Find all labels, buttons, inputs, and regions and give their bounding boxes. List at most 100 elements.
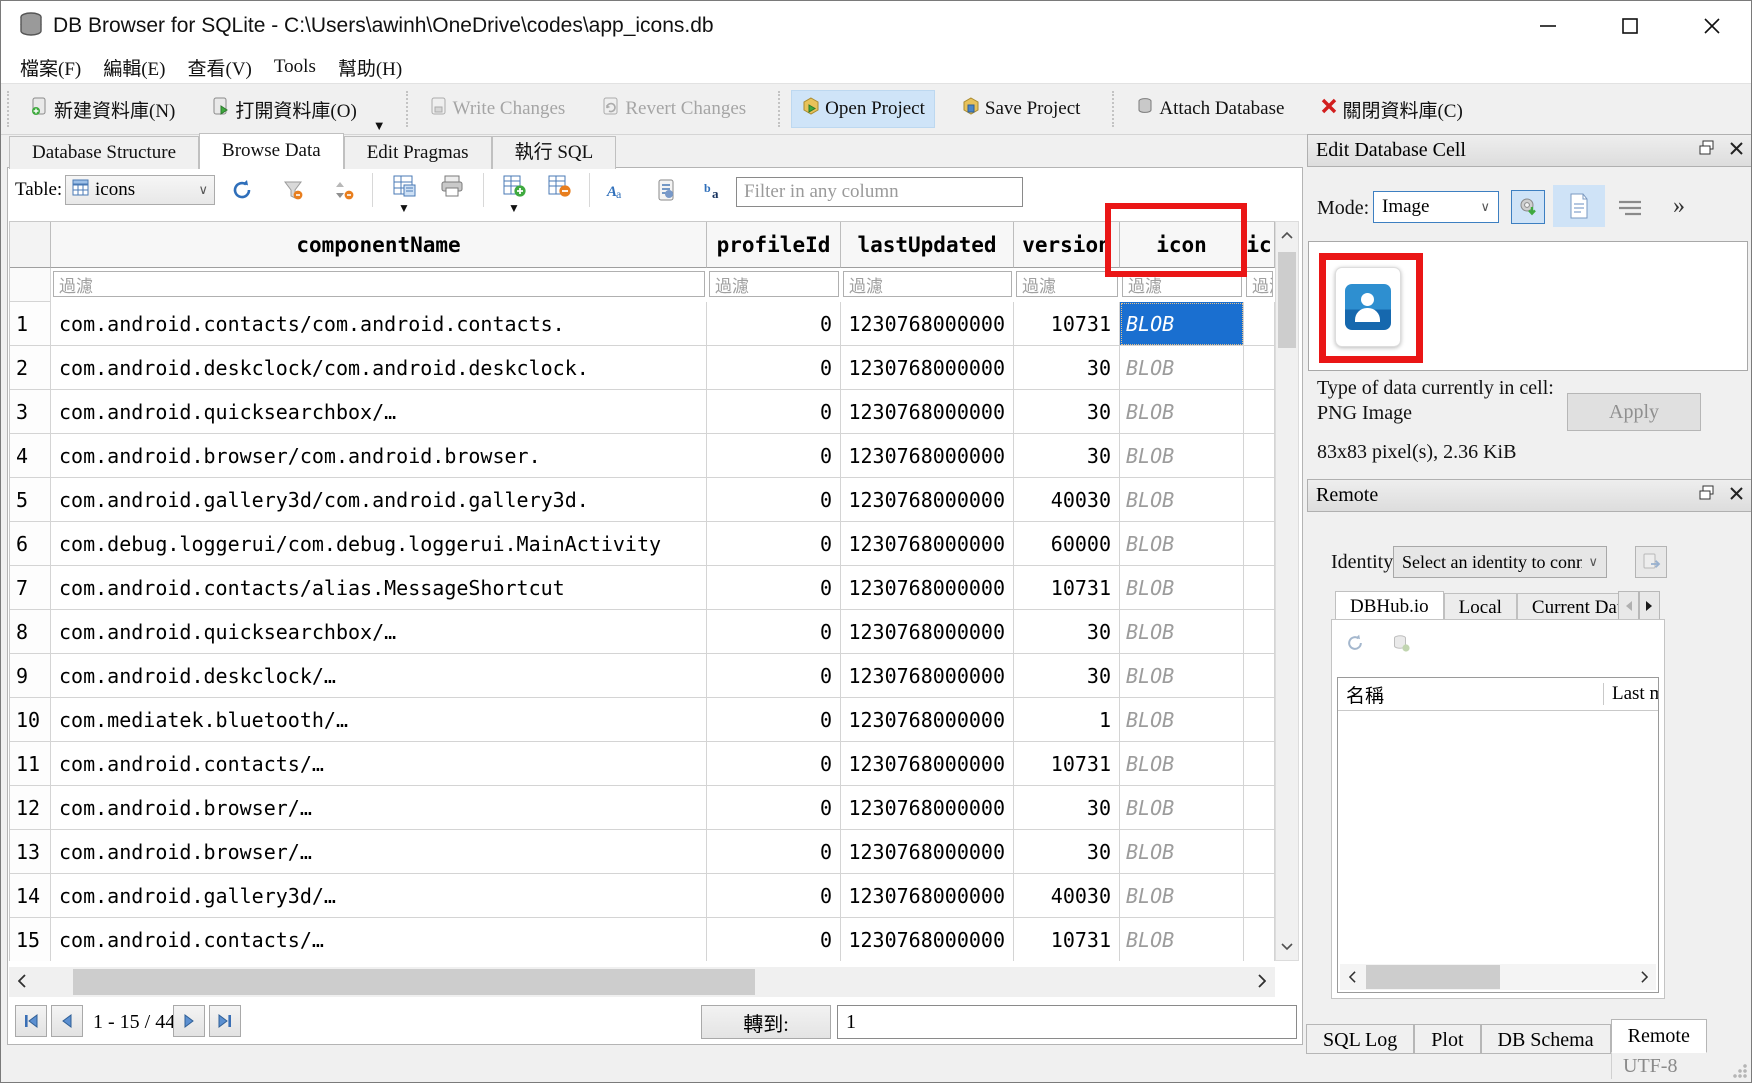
menu-help[interactable]: 幫助(H) bbox=[327, 54, 413, 81]
tab-database-structure[interactable]: Database Structure bbox=[9, 136, 199, 169]
cell-profileId[interactable]: 0 bbox=[707, 698, 841, 742]
text-view-button[interactable] bbox=[1553, 185, 1605, 227]
cell-componentName[interactable]: com.android.browser/com.android.browser. bbox=[51, 434, 707, 478]
menu-view[interactable]: 查看(V) bbox=[177, 54, 263, 81]
filter-input-icon[interactable]: 過濾 bbox=[1122, 271, 1242, 297]
apply-button[interactable]: Apply bbox=[1567, 393, 1701, 431]
close-database-button[interactable]: 關閉資料庫(C) bbox=[1310, 90, 1472, 129]
scroll-right-icon[interactable] bbox=[1632, 964, 1656, 990]
cell-profileId[interactable]: 0 bbox=[707, 786, 841, 830]
menu-tools[interactable]: Tools bbox=[263, 56, 327, 78]
remote-list-header-name[interactable]: 名稱 bbox=[1338, 681, 1384, 708]
column-header-lastUpdated[interactable]: lastUpdated bbox=[841, 222, 1014, 268]
cell-version[interactable]: 40030 bbox=[1014, 874, 1120, 918]
cell-lastUpdated[interactable]: 1230768000000 bbox=[841, 566, 1014, 610]
filter-input-componentName[interactable]: 過濾 bbox=[53, 271, 705, 297]
cell-lastUpdated[interactable]: 1230768000000 bbox=[841, 434, 1014, 478]
float-dock-icon[interactable] bbox=[1698, 484, 1715, 507]
cell-icon[interactable]: BLOB bbox=[1120, 434, 1244, 478]
identity-select[interactable]: Select an identity to conne ∨ bbox=[1393, 546, 1607, 578]
menu-edit[interactable]: 編輯(E) bbox=[92, 54, 176, 81]
cell-componentName[interactable]: com.android.contacts/… bbox=[51, 918, 707, 961]
clear-filters-button[interactable] bbox=[278, 175, 308, 205]
column-header-icon[interactable]: icon bbox=[1120, 222, 1244, 268]
cell-icon[interactable]: BLOB bbox=[1120, 522, 1244, 566]
tab-db-schema[interactable]: DB Schema bbox=[1481, 1024, 1611, 1054]
cell-lastUpdated[interactable]: 1230768000000 bbox=[841, 698, 1014, 742]
row-number[interactable]: 13 bbox=[10, 830, 51, 874]
scroll-left-icon[interactable] bbox=[9, 967, 35, 995]
tab-sql-log[interactable]: SQL Log bbox=[1306, 1024, 1414, 1054]
row-number[interactable]: 14 bbox=[10, 874, 51, 918]
toolbar-overflow-chevrons[interactable]: » bbox=[1673, 193, 1685, 220]
cell-icon[interactable]: BLOB bbox=[1120, 346, 1244, 390]
row-number[interactable]: 4 bbox=[10, 434, 51, 478]
cell-icon[interactable]: BLOB bbox=[1120, 742, 1244, 786]
open-database-button[interactable]: 打開資料庫(O) bbox=[201, 90, 366, 129]
filter-input-partial[interactable]: 過濾 bbox=[1246, 271, 1273, 297]
cell-componentName[interactable]: com.android.quicksearchbox/… bbox=[51, 390, 707, 434]
cell-lastUpdated[interactable]: 1230768000000 bbox=[841, 522, 1014, 566]
cell-profileId[interactable]: 0 bbox=[707, 434, 841, 478]
row-number[interactable]: 10 bbox=[10, 698, 51, 742]
open-database-dropdown-caret[interactable]: ▼ bbox=[373, 118, 386, 134]
save-project-button[interactable]: Save Project bbox=[951, 90, 1091, 128]
horizontal-scrollbar-thumb[interactable] bbox=[73, 969, 755, 995]
tab-remote[interactable]: Remote bbox=[1611, 1019, 1707, 1053]
cell-lastUpdated[interactable]: 1230768000000 bbox=[841, 390, 1014, 434]
cell-lastUpdated[interactable]: 1230768000000 bbox=[841, 830, 1014, 874]
cell-profileId[interactable]: 0 bbox=[707, 302, 841, 346]
insert-record-button[interactable] bbox=[499, 171, 529, 201]
cell-icon[interactable]: BLOB bbox=[1120, 302, 1244, 346]
revert-changes-button[interactable]: Revert Changes bbox=[591, 90, 756, 128]
print-button[interactable] bbox=[437, 171, 467, 201]
statusbar-encoding[interactable]: UTF-8 bbox=[1623, 1055, 1677, 1078]
new-database-button[interactable]: 新建資料庫(N) bbox=[20, 90, 185, 129]
cell-lastUpdated[interactable]: 1230768000000 bbox=[841, 654, 1014, 698]
cell-version[interactable]: 30 bbox=[1014, 610, 1120, 654]
remote-refresh-icon[interactable] bbox=[1345, 633, 1365, 658]
cell-icon[interactable]: BLOB bbox=[1120, 654, 1244, 698]
column-header-partial[interactable]: ic bbox=[1244, 222, 1275, 268]
open-project-button[interactable]: Open Project bbox=[791, 90, 935, 128]
delete-record-button[interactable] bbox=[544, 171, 574, 201]
remote-list-header-modified[interactable]: Last mo bbox=[1603, 683, 1658, 705]
cell-lastUpdated[interactable]: 1230768000000 bbox=[841, 786, 1014, 830]
row-number[interactable]: 3 bbox=[10, 390, 51, 434]
cell-componentName[interactable]: com.android.gallery3d/… bbox=[51, 874, 707, 918]
cell-componentName[interactable]: com.android.contacts/… bbox=[51, 742, 707, 786]
row-number[interactable]: 7 bbox=[10, 566, 51, 610]
column-header-profileId[interactable]: profileId bbox=[707, 222, 841, 268]
filter-any-column-input[interactable] bbox=[736, 177, 1023, 207]
tab-scroll-right-icon[interactable] bbox=[1639, 591, 1660, 620]
filter-input-profileId[interactable]: 過濾 bbox=[709, 271, 839, 297]
cell-profileId[interactable]: 0 bbox=[707, 742, 841, 786]
vertical-scrollbar-thumb[interactable] bbox=[1278, 252, 1296, 348]
tab-local[interactable]: Local bbox=[1444, 593, 1517, 621]
cell-profileId[interactable]: 0 bbox=[707, 390, 841, 434]
cell-lastUpdated[interactable]: 1230768000000 bbox=[841, 874, 1014, 918]
grid-corner[interactable] bbox=[10, 222, 51, 268]
insert-record-dropdown-caret[interactable]: ▼ bbox=[508, 201, 520, 216]
cell-icon[interactable]: BLOB bbox=[1120, 610, 1244, 654]
tab-edit-pragmas[interactable]: Edit Pragmas bbox=[344, 136, 492, 169]
scroll-left-icon[interactable] bbox=[1340, 964, 1364, 990]
cell-profileId[interactable]: 0 bbox=[707, 478, 841, 522]
tab-plot[interactable]: Plot bbox=[1414, 1024, 1480, 1054]
cell-componentName[interactable]: com.android.browser/… bbox=[51, 830, 707, 874]
cell-lastUpdated[interactable]: 1230768000000 bbox=[841, 918, 1014, 961]
row-number[interactable]: 12 bbox=[10, 786, 51, 830]
cell-componentName[interactable]: com.android.contacts/alias.MessageShortc… bbox=[51, 566, 707, 610]
save-table-button[interactable] bbox=[389, 171, 419, 201]
cell-version[interactable]: 40030 bbox=[1014, 478, 1120, 522]
close-dock-icon[interactable] bbox=[1729, 139, 1744, 162]
clear-sort-button[interactable] bbox=[329, 175, 359, 205]
cell-version[interactable]: 30 bbox=[1014, 390, 1120, 434]
cell-version[interactable]: 30 bbox=[1014, 786, 1120, 830]
cell-componentName[interactable]: com.android.quicksearchbox/… bbox=[51, 610, 707, 654]
cell-icon[interactable]: BLOB bbox=[1120, 918, 1244, 961]
row-number[interactable]: 5 bbox=[10, 478, 51, 522]
cell-icon[interactable]: BLOB bbox=[1120, 566, 1244, 610]
goto-button[interactable]: 轉到: bbox=[701, 1005, 831, 1039]
cell-version[interactable]: 30 bbox=[1014, 346, 1120, 390]
